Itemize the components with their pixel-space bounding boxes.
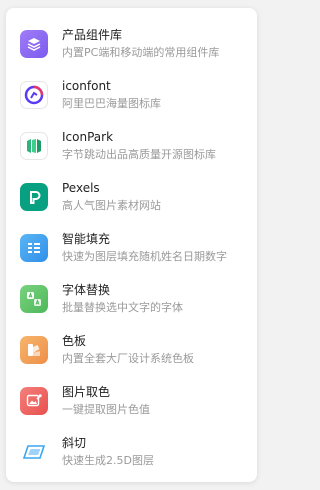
menu-item-description: 阿里巴巴海量图标库 [62, 97, 161, 110]
menu-item-image-color-picker[interactable]: 图片取色 一键提取图片色值 [6, 375, 257, 426]
menu-item-description: 内置全套大厂设计系统色板 [62, 352, 194, 365]
skew-icon [20, 437, 48, 466]
menu-item-title: 图片取色 [62, 385, 111, 399]
menu-item-description: 快速生成2.5D图层 [62, 454, 154, 467]
palette-icon [20, 335, 48, 364]
menu-item-title: 色板 [62, 334, 87, 348]
font-replace-icon [20, 284, 48, 313]
menu-item-description: 字节跳动出品高质量开源图标库 [62, 148, 216, 161]
menu-item-title: 斜切 [62, 436, 87, 450]
menu-item-description: 高人气图片素材网站 [62, 199, 161, 212]
menu-item-title: 字体替换 [62, 283, 111, 297]
menu-item-iconpark[interactable]: IconPark 字节跳动出品高质量开源图标库 [6, 120, 257, 171]
menu-item-description: 快速为图层填充随机姓名日期数字 [62, 250, 227, 263]
menu-item-component-library[interactable]: 产品组件库 内置PC端和移动端的常用组件库 [6, 18, 257, 69]
menu-item-smart-fill[interactable]: 智能填充 快速为图层填充随机姓名日期数字 [6, 222, 257, 273]
menu-item-font-replace[interactable]: 字体替换 批量替换选中文字的字体 [6, 273, 257, 324]
smart-fill-icon [20, 233, 48, 262]
menu-item-title: Pexels [62, 181, 100, 195]
menu-item-title: iconfont [62, 79, 111, 93]
pexels-logo-icon [20, 182, 48, 211]
iconpark-logo-icon [20, 131, 48, 160]
iconfont-logo-icon [20, 80, 48, 109]
menu-item-skew[interactable]: 斜切 快速生成2.5D图层 [6, 426, 257, 477]
menu-item-iconfont[interactable]: iconfont 阿里巴巴海量图标库 [6, 69, 257, 120]
layers-icon [20, 29, 48, 58]
menu-item-title: IconPark [62, 130, 114, 144]
menu-item-title: 智能填充 [62, 232, 111, 246]
menu-item-description: 内置PC端和移动端的常用组件库 [62, 46, 220, 59]
plugin-menu-panel: 产品组件库 内置PC端和移动端的常用组件库 iconfont 阿里巴巴海量图标库 [6, 8, 257, 482]
menu-item-description: 批量替换选中文字的字体 [62, 301, 183, 314]
menu-item-pexels[interactable]: Pexels 高人气图片素材网站 [6, 171, 257, 222]
menu-item-title: 产品组件库 [62, 28, 123, 42]
menu-item-description: 一键提取图片色值 [62, 403, 150, 416]
image-color-picker-icon [20, 386, 48, 415]
menu-item-palette[interactable]: 色板 内置全套大厂设计系统色板 [6, 324, 257, 375]
